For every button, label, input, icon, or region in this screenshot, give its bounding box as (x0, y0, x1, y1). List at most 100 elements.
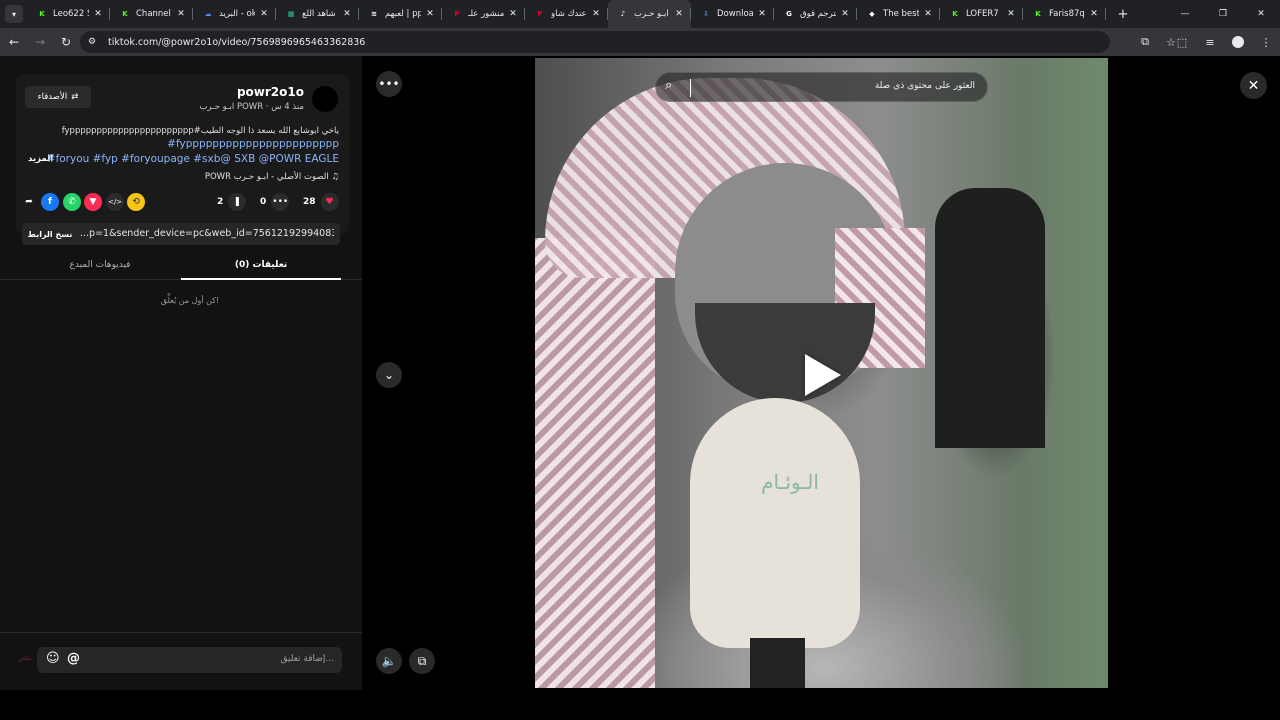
browser-tab[interactable]: ♪ ابـو حـرب ✕ (608, 0, 691, 28)
chevron-down-icon[interactable]: ⌄ (376, 362, 402, 388)
new-tab-button[interactable]: + (1112, 7, 1134, 22)
facebook-action[interactable]: f (41, 193, 59, 211)
extensions-icon[interactable]: ⬚ (1168, 36, 1196, 49)
copy-link-button[interactable]: نسخ الرابط (22, 223, 78, 245)
minimize-icon[interactable]: — (1166, 0, 1204, 28)
send-to-friends-icon[interactable]: ▼ (84, 193, 102, 211)
browser-tab[interactable]: K LOFER7 St✕ (940, 0, 1023, 28)
tab-favicon-icon: K (952, 10, 958, 18)
browser-tab[interactable]: ▦ شاهد اللع ✕ (276, 0, 359, 28)
tab-close-icon[interactable]: ✕ (922, 9, 934, 19)
caption-line-1: ياخي ابوشايع الله يسعد ذا الوجه الطيب#fy… (61, 126, 339, 136)
author-avatar[interactable] (312, 86, 338, 112)
reload-icon[interactable]: ↻ (54, 30, 78, 54)
floating-player-icon[interactable]: ⧉ (409, 648, 435, 674)
restore-icon[interactable]: ❐ (1204, 0, 1242, 28)
browser-tab[interactable]: G مترجم قوق✕ (774, 0, 857, 28)
address-bar[interactable]: ⚙ tiktok.com/@powr2o1o/video/75698969654… (80, 31, 1110, 53)
browser-menu-icon[interactable]: ⋮ (1252, 36, 1280, 49)
embed-action[interactable]: </> (106, 193, 124, 211)
tab-close-icon[interactable]: ✕ (92, 9, 104, 19)
whatsapp-icon[interactable]: ✆ (63, 193, 81, 211)
search-caret (690, 79, 691, 97)
tab-title: شاهد اللع (302, 9, 336, 19)
video-player[interactable]: الـوئـام (535, 58, 1108, 688)
back-icon[interactable]: ← (2, 30, 26, 54)
comment-icon[interactable]: ••• (271, 193, 290, 211)
tab-close-icon[interactable]: ✕ (175, 9, 187, 19)
browser-tab[interactable]: P منشور علـ ✕ (442, 0, 525, 28)
save-action[interactable]: 2 ❚ (217, 193, 247, 211)
install-app-icon[interactable]: ⧉ (1132, 35, 1158, 49)
author-username[interactable]: powr2o1o (236, 85, 304, 99)
tab-favicon-icon: G (786, 10, 792, 18)
like-count: 28 (303, 197, 316, 207)
tab-close-icon[interactable]: ✕ (258, 9, 270, 19)
tab-close-icon[interactable]: ✕ (507, 9, 519, 19)
close-icon[interactable]: ✕ (1240, 72, 1267, 99)
share-action[interactable]: ➦ (20, 193, 38, 211)
share-link-url[interactable]: ...p=1&sender_device=pc&web_id=756121929… (80, 228, 334, 239)
browser-tab[interactable]: K Leo622 St✕ (27, 0, 110, 28)
tab-favicon-icon: K (1035, 10, 1041, 18)
music-label[interactable]: ♫ الصوت الأصلي - ابـو حـرب POWR (136, 172, 339, 182)
tab-creator-videos[interactable]: فيديوهات المبدع (20, 260, 180, 270)
emoji-icon[interactable]: ☺ (46, 651, 60, 666)
tab-title: ابـو حـرب (634, 9, 669, 19)
repost-icon[interactable]: ⟲ (127, 193, 145, 211)
comment-input[interactable]: ☺ @ إضافة تعليق... (37, 647, 342, 673)
search-icon[interactable]: ⌕ (665, 78, 672, 93)
tab-favicon-icon: K (122, 10, 128, 18)
tab-title: The best C (883, 9, 919, 19)
like-action[interactable]: 28 ♥ (303, 193, 339, 211)
tab-close-icon[interactable]: ✕ (756, 9, 768, 19)
author-subline: ابـو حـرب POWR · منذ 4 س (199, 102, 304, 112)
friends-label: الأصدقاء (37, 92, 68, 102)
window-close-icon[interactable]: ✕ (1242, 0, 1280, 28)
video-frame-background-person (935, 188, 1045, 448)
browser-tab[interactable]: K Channel P✕ (110, 0, 193, 28)
browser-tab[interactable]: P عندك شاو ✕ (525, 0, 608, 28)
tab-close-icon[interactable]: ✕ (1005, 9, 1017, 19)
browser-tab[interactable]: ≋ لعبهم | pp ✕ (359, 0, 442, 28)
send-action[interactable]: ▼ (84, 193, 102, 211)
whatsapp-action[interactable]: ✆ (63, 193, 81, 211)
browser-tab[interactable]: ◆ The best C✕ (857, 0, 940, 28)
tab-title: لعبهم | pp (385, 9, 421, 19)
post-comment-button[interactable]: نشر (18, 653, 32, 662)
bookmark-icon[interactable]: ❚ (228, 193, 247, 211)
repost-action[interactable]: ⟲ (127, 193, 145, 211)
window-controls: — ❐ ✕ (1166, 0, 1280, 28)
forward-icon[interactable]: → (28, 30, 52, 54)
browser-tab[interactable]: ⇩ Download✕ (691, 0, 774, 28)
tab-comments[interactable]: (0) تعليقات (181, 260, 341, 270)
tab-search-button[interactable]: ▾ (5, 5, 23, 23)
comment-action[interactable]: 0 ••• (260, 193, 290, 211)
tab-close-icon[interactable]: ✕ (1088, 9, 1100, 19)
mention-icon[interactable]: @ (67, 651, 80, 666)
tab-close-icon[interactable]: ✕ (673, 9, 685, 19)
heart-icon[interactable]: ♥ (320, 193, 339, 211)
video-frame-microphone (690, 398, 860, 648)
site-info-icon[interactable]: ⚙ (88, 37, 100, 47)
address-url[interactable]: tiktok.com/@powr2o1o/video/7569896965463… (108, 37, 365, 48)
facebook-icon[interactable]: f (41, 193, 59, 211)
tab-title: عندك شاو (551, 9, 587, 19)
tab-close-icon[interactable]: ✕ (590, 9, 602, 19)
share-arrow-icon[interactable]: ➦ (20, 193, 38, 211)
profile-avatar-icon[interactable] (1232, 36, 1244, 48)
more-options-icon[interactable]: ••• (376, 71, 402, 97)
play-icon[interactable] (805, 354, 841, 396)
media-controls-icon[interactable]: ≡ (1196, 36, 1224, 49)
caption-hashtags-2[interactable]: #foryou #fyp #foryoupage #sxb@ SXB @POWR… (47, 153, 339, 165)
tab-close-icon[interactable]: ✕ (341, 9, 353, 19)
browser-tab[interactable]: K Faris87q S✕ (1023, 0, 1106, 28)
tab-close-icon[interactable]: ✕ (424, 9, 436, 19)
friends-button[interactable]: الأصدقاء ⇄ (25, 86, 91, 108)
tab-close-icon[interactable]: ✕ (839, 9, 851, 19)
volume-icon[interactable]: 🔈 (376, 648, 402, 674)
related-search-box[interactable]: ⌕ العثور على محتوى ذي صلة (655, 72, 988, 102)
browser-tab[interactable]: ☁ البريد - ok ✕ (193, 0, 276, 28)
embed-code-icon[interactable]: </> (106, 193, 124, 211)
swap-icon: ⇄ (71, 92, 79, 102)
